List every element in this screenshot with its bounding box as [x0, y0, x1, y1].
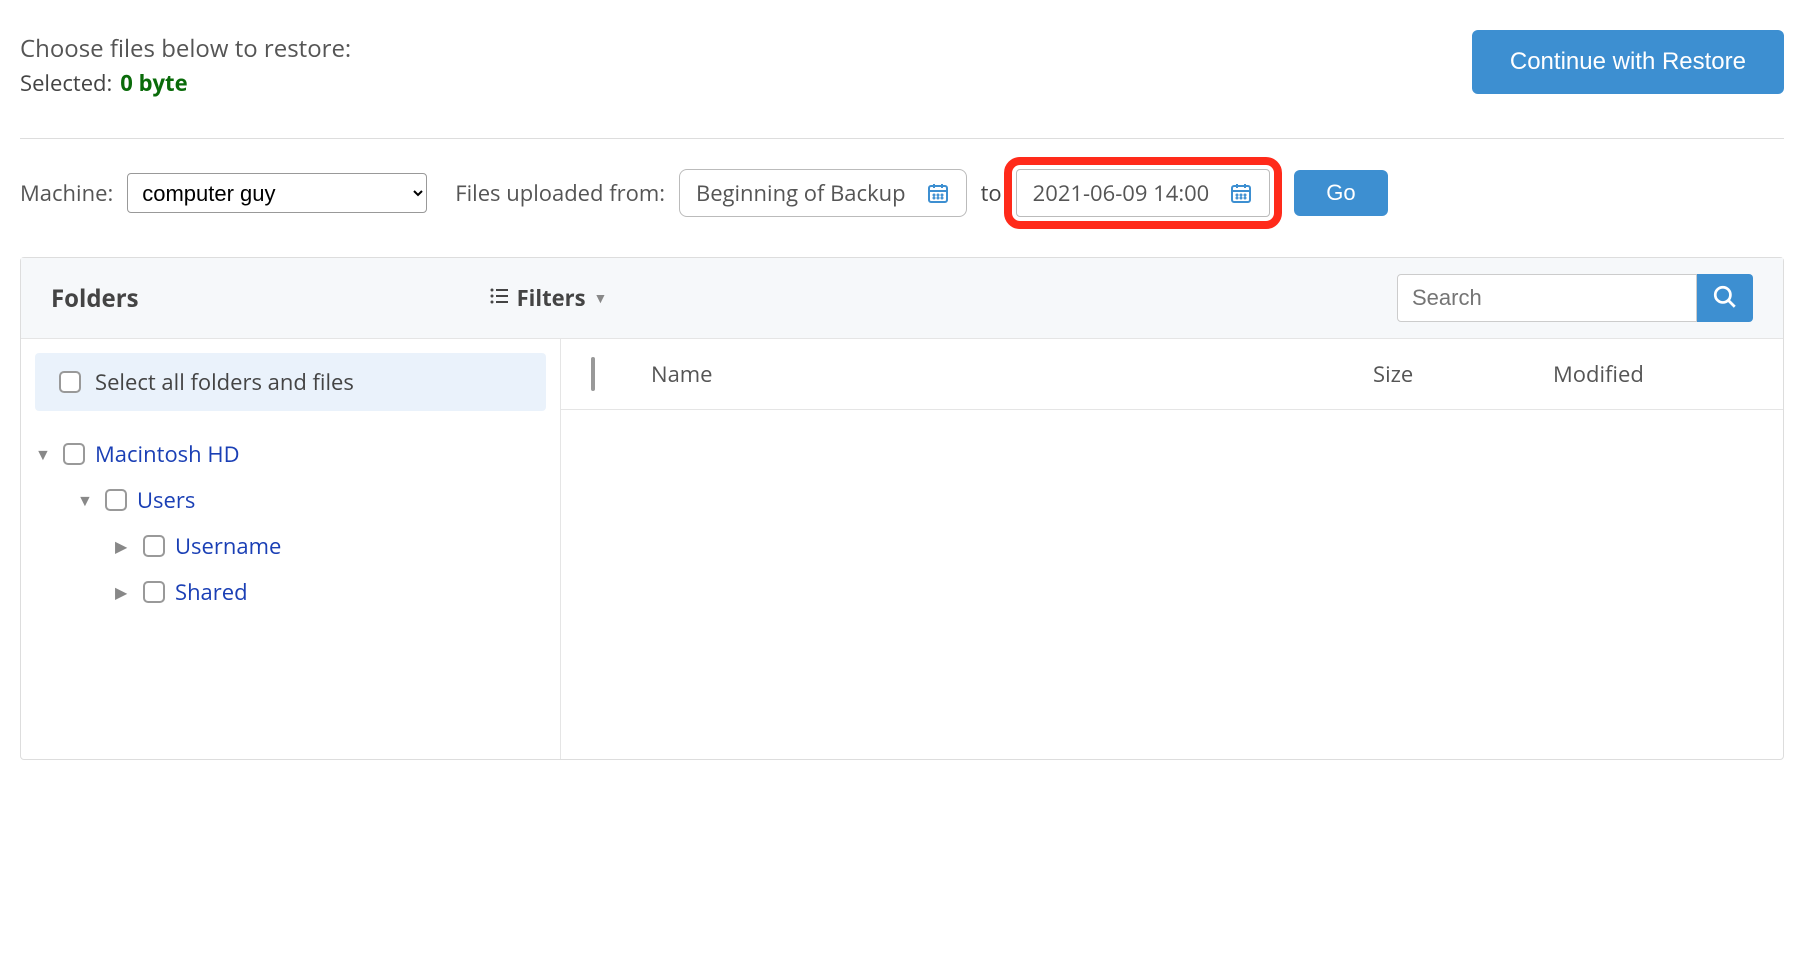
go-button[interactable]: Go: [1294, 170, 1387, 216]
tree-checkbox[interactable]: [143, 535, 165, 557]
tree-checkbox[interactable]: [63, 443, 85, 465]
filter-row: Machine: computer guy Files uploaded fro…: [20, 169, 1784, 257]
tree-item-users[interactable]: ▼ Users: [35, 477, 546, 523]
tree-label[interactable]: Username: [175, 531, 281, 561]
file-panel: Folders Filters ▼ Select all folders and: [20, 257, 1784, 760]
search-input[interactable]: [1397, 274, 1697, 322]
chevron-right-icon[interactable]: ▶: [115, 535, 133, 557]
tree-item-macintosh-hd[interactable]: ▼ Macintosh HD: [35, 431, 546, 477]
select-all-label: Select all folders and files: [95, 367, 354, 397]
tree-label[interactable]: Users: [137, 485, 195, 515]
selected-value: 0 byte: [120, 68, 187, 98]
filters-label-text: Filters: [517, 283, 586, 313]
date-to-value: 2021-06-09 14:00: [1033, 178, 1210, 208]
search-button[interactable]: [1697, 274, 1753, 322]
table-header: Name Size Modified: [561, 339, 1783, 410]
column-name: Name: [651, 359, 1373, 389]
divider: [20, 138, 1784, 139]
files-column: Name Size Modified: [561, 339, 1783, 759]
chevron-right-icon[interactable]: ▶: [115, 581, 133, 603]
machine-select[interactable]: computer guy: [127, 173, 427, 213]
continue-restore-button[interactable]: Continue with Restore: [1472, 30, 1784, 94]
instruction-text: Choose files below to restore:: [20, 30, 351, 68]
date-from-value: Beginning of Backup: [696, 178, 906, 208]
column-size: Size: [1373, 359, 1553, 389]
folder-tree: ▼ Macintosh HD ▼ Users ▶ Username ▶: [21, 431, 560, 635]
selected-label: Selected:: [20, 68, 112, 98]
tree-item-username[interactable]: ▶ Username: [35, 523, 546, 569]
filters-toggle[interactable]: Filters ▼: [489, 283, 608, 313]
calendar-icon: [926, 181, 950, 205]
folders-column: Select all folders and files ▼ Macintosh…: [21, 339, 561, 759]
chevron-down-icon[interactable]: ▼: [35, 443, 53, 465]
tree-label[interactable]: Shared: [175, 577, 248, 607]
column-modified: Modified: [1553, 359, 1753, 389]
tree-item-shared[interactable]: ▶ Shared: [35, 569, 546, 615]
calendar-icon: [1229, 181, 1253, 205]
caret-down-icon: ▼: [594, 289, 608, 308]
machine-label: Machine:: [20, 178, 113, 208]
list-icon: [489, 283, 509, 313]
search-icon: [1712, 284, 1738, 313]
select-all-checkbox[interactable]: [59, 371, 81, 393]
to-label: to: [981, 178, 1002, 208]
date-to-input[interactable]: 2021-06-09 14:00: [1016, 169, 1271, 217]
date-from-input[interactable]: Beginning of Backup: [679, 169, 967, 217]
tree-label[interactable]: Macintosh HD: [95, 439, 240, 469]
select-all-files-checkbox[interactable]: [591, 357, 595, 391]
tree-checkbox[interactable]: [105, 489, 127, 511]
tree-checkbox[interactable]: [143, 581, 165, 603]
uploaded-from-label: Files uploaded from:: [455, 178, 665, 208]
folders-heading: Folders: [51, 282, 139, 315]
chevron-down-icon[interactable]: ▼: [77, 489, 95, 511]
select-all-bar[interactable]: Select all folders and files: [35, 353, 546, 411]
panel-header: Folders Filters ▼: [21, 258, 1783, 339]
